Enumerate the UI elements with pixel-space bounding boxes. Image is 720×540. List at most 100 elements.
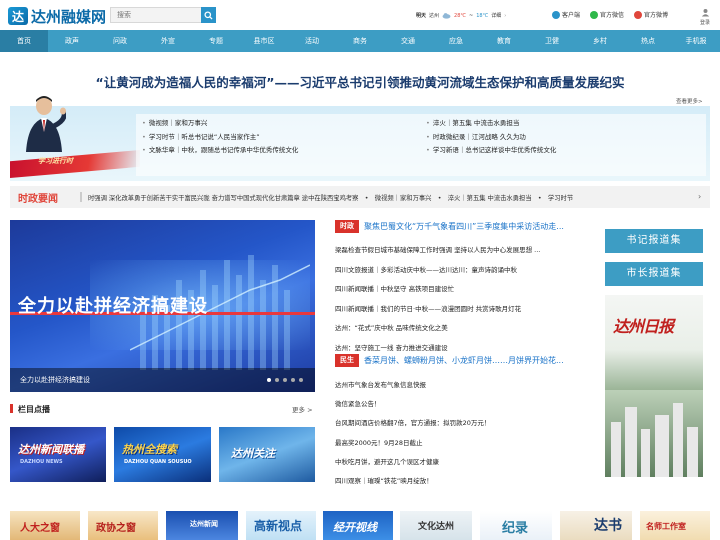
search-input[interactable] — [111, 8, 201, 22]
banner-link[interactable]: 微视频｜家和万事兴 — [142, 117, 298, 131]
vod-thumb-2[interactable]: 热州全搜索 DAZHOU QUAN SOUSUO — [114, 427, 211, 482]
headline-more-link[interactable]: 查看更多> — [676, 97, 703, 105]
nav-item[interactable]: 商务 — [336, 30, 384, 52]
news-item[interactable]: 四川观察｜璀璨“铁花”映月绽放！ — [335, 475, 433, 485]
main-slideshow[interactable]: 全力以赴拼经济搞建设 全力以赴拼经济搞建设 — [10, 220, 315, 392]
slide-dots — [267, 378, 303, 382]
bottom-thumb-6[interactable]: 文化达州 — [400, 511, 472, 540]
top-headline[interactable]: “让黄河成为造福人民的幸福河”——习近平总书记引领推动黄河流域生态保护和高质量发… — [0, 72, 720, 91]
news-item[interactable]: 四川新闻联播｜我们的节日·中秋——浪漫团圆时 共赏诗歌月灯花 — [335, 303, 521, 313]
livelihood-headline[interactable]: 香菜月饼、螺蛳粉月饼、小龙虾月饼……月饼界开始花... — [364, 355, 564, 366]
bottom-thumb-title: 纪录 — [502, 521, 529, 536]
news-item[interactable]: 台风期间酒店价格翻7倍，官方通报：拟罚款20万元！ — [335, 417, 490, 427]
bottom-thumb-1[interactable]: 人大之窗 — [10, 511, 80, 540]
temp-low: 18℃ — [476, 12, 489, 19]
banner-ribbon — [10, 150, 140, 178]
nav-item[interactable]: 外宣 — [144, 30, 192, 52]
temp-separator: ~ — [469, 12, 474, 19]
slide-dot[interactable] — [291, 378, 295, 382]
bottom-thumb-7[interactable]: 纪录 — [480, 511, 552, 540]
nav-item[interactable]: 教育 — [480, 30, 528, 52]
bottom-thumb-title: 政协之窗 — [96, 523, 136, 534]
nav-item[interactable]: 问政 — [96, 30, 144, 52]
banner-right-column: 淬火｜第五集 中流击水勇担当 时政微纪录｜江河战略 久久为功 学习新语｜总书记这… — [426, 117, 557, 158]
client-link[interactable]: 客户端 — [552, 10, 580, 19]
weather-city: 达州 — [429, 13, 440, 19]
cloud-icon — [442, 13, 451, 19]
bottom-thumb-5[interactable]: 经开视线 — [323, 511, 393, 540]
bottom-thumb-3[interactable]: 达州新闻 — [166, 511, 238, 540]
login-button[interactable]: 登录 — [698, 8, 712, 26]
banner-link[interactable]: 文脉华章｜中秋，跟随总书记传承中华优秀传统文化 — [142, 144, 299, 158]
vod-thumb-1[interactable]: 达州新闻联播 DAZHOU NEWS — [10, 427, 106, 482]
nav-item[interactable]: 交通 — [384, 30, 432, 52]
site-logo[interactable]: 达 达州融媒网 — [8, 6, 106, 26]
column-vod-more[interactable]: 更多 > — [292, 404, 313, 414]
wechat-link[interactable]: 官方微信 — [590, 10, 624, 19]
bottom-thumb-title: 达州新闻 — [190, 520, 218, 528]
banner-link[interactable]: 时政微纪录｜江河战略 久久为功 — [426, 131, 556, 145]
news-item[interactable]: 最高奖2000元！9月28日截止 — [335, 437, 422, 447]
nav-item[interactable]: 卫健 — [528, 30, 576, 52]
bottom-thumb-2[interactable]: 政协之窗 — [88, 511, 158, 540]
politics-headline[interactable]: 聚焦巴蜀文化“万千气象看四川”三季度集中采访活动走... — [364, 221, 564, 232]
dazhou-daily-poster[interactable]: 达州日报 — [605, 295, 703, 477]
banner-link[interactable]: 淬火｜第五集 中流击水勇担当 — [426, 117, 556, 131]
leader-photo — [26, 96, 66, 152]
ticker-label: 时政要闻 — [18, 194, 58, 205]
nav-item[interactable]: 政声 — [48, 30, 96, 52]
weibo-link[interactable]: 官方微博 — [634, 10, 668, 19]
slide-dot[interactable] — [267, 378, 271, 382]
news-item[interactable]: 四川新闻联播｜中秋坚守 高铁项目建设忙 — [335, 283, 454, 293]
news-item[interactable]: 达州市气象台发布气象信息快报 — [335, 379, 426, 389]
search-button[interactable] — [201, 7, 216, 23]
poster-calligraphy: 达州日报 — [613, 317, 674, 336]
slide-caption: 全力以赴拼经济搞建设 — [20, 376, 90, 384]
slide-caption-bar: 全力以赴拼经济搞建设 — [10, 368, 315, 392]
nav-item[interactable]: 专题 — [192, 30, 240, 52]
slide-dot[interactable] — [283, 378, 287, 382]
bottom-thumb-9[interactable]: 名师工作室 — [640, 511, 710, 540]
nav-item[interactable]: 活动 — [288, 30, 336, 52]
banner-left-column: 微视频｜家和万事兴 学习时节｜听总书记说“人民当家作主” 文脉华章｜中秋，跟随总… — [142, 117, 299, 158]
weibo-icon — [634, 10, 643, 19]
phone-icon — [552, 10, 560, 19]
news-ticker: 时政要闻 时强调 深化改革勇于创新苦干实干富民兴陇 奋力谱写中国式现代化甘肃篇章… — [10, 186, 710, 208]
bottom-thumb-title: 经开视线 — [333, 521, 377, 534]
nav-item[interactable]: 乡村 — [576, 30, 624, 52]
nav-item[interactable]: 县市区 — [240, 30, 288, 52]
bottom-thumb-4[interactable]: 高新视点 — [246, 511, 316, 540]
vod-thumb-3[interactable]: 达州关注 — [219, 427, 315, 482]
poster-city-skyline — [605, 390, 703, 477]
weather-detail-link[interactable]: 详细 — [491, 12, 501, 19]
slide-dot[interactable] — [299, 378, 303, 382]
news-item[interactable]: 梁磊检查节假日城市基础保障工作时强调 坚持以人民为中心发展思想 ... — [335, 244, 540, 254]
banner-link[interactable]: 学习时节｜听总书记说“人民当家作主” — [142, 131, 298, 145]
secretary-report-button[interactable]: 书记报道集 — [605, 229, 703, 253]
nav-item[interactable]: 手机报 — [672, 30, 720, 52]
news-item[interactable]: 四川文旅报道｜多彩活动庆中秋——达川达川：童声诗韵诵中秋 — [335, 264, 517, 274]
bottom-thumb-title: 名师工作室 — [646, 522, 686, 531]
politics-tag: 时政 — [335, 220, 359, 233]
search-box — [110, 7, 216, 23]
mayor-report-button[interactable]: 市长报道集 — [605, 262, 703, 286]
top-links: 客户端 官方微信 官方微博 — [552, 10, 668, 19]
ticker-next-icon[interactable]: › — [698, 192, 701, 201]
nav-item[interactable]: 应急 — [432, 30, 480, 52]
bottom-thumb-title: 文化达州 — [418, 522, 455, 532]
search-icon — [204, 10, 213, 20]
slide-dot[interactable] — [275, 378, 279, 382]
main-nav: 首页 政声 问政 外宣 专题 县市区 活动 商务 交通 应急 教育 卫健 乡村 热点 手机报 — [0, 30, 720, 52]
news-item[interactable]: 达州：坚守施工一线 奋力推进交通建设 — [335, 342, 448, 352]
client-link-label: 客户端 — [562, 12, 581, 19]
bottom-thumb-8[interactable]: 达书 — [560, 511, 632, 540]
ticker-text[interactable]: 时强调 深化改革勇于创新苦干实干富民兴陇 奋力谱写中国式现代化甘肃篇章 途中在陕… — [88, 193, 688, 203]
study-banner: 学习进行时 微视频｜家和万事兴 学习时节｜听总书记说“人民当家作主” 文脉华章｜… — [10, 96, 710, 181]
banner-link[interactable]: 学习新语｜总书记这样谈中华优秀传统文化 — [426, 144, 557, 158]
news-item[interactable]: 中秋吃月饼，避开这几个误区才健康 — [335, 456, 439, 466]
news-item[interactable]: 达州：“花式”庆中秋 品味传统文化之美 — [335, 322, 448, 332]
news-item[interactable]: 微信紧急公告！ — [335, 398, 381, 408]
nav-item[interactable]: 首页 — [0, 30, 48, 52]
nav-item[interactable]: 热点 — [624, 30, 672, 52]
bottom-thumb-title: 达书 — [594, 518, 622, 534]
